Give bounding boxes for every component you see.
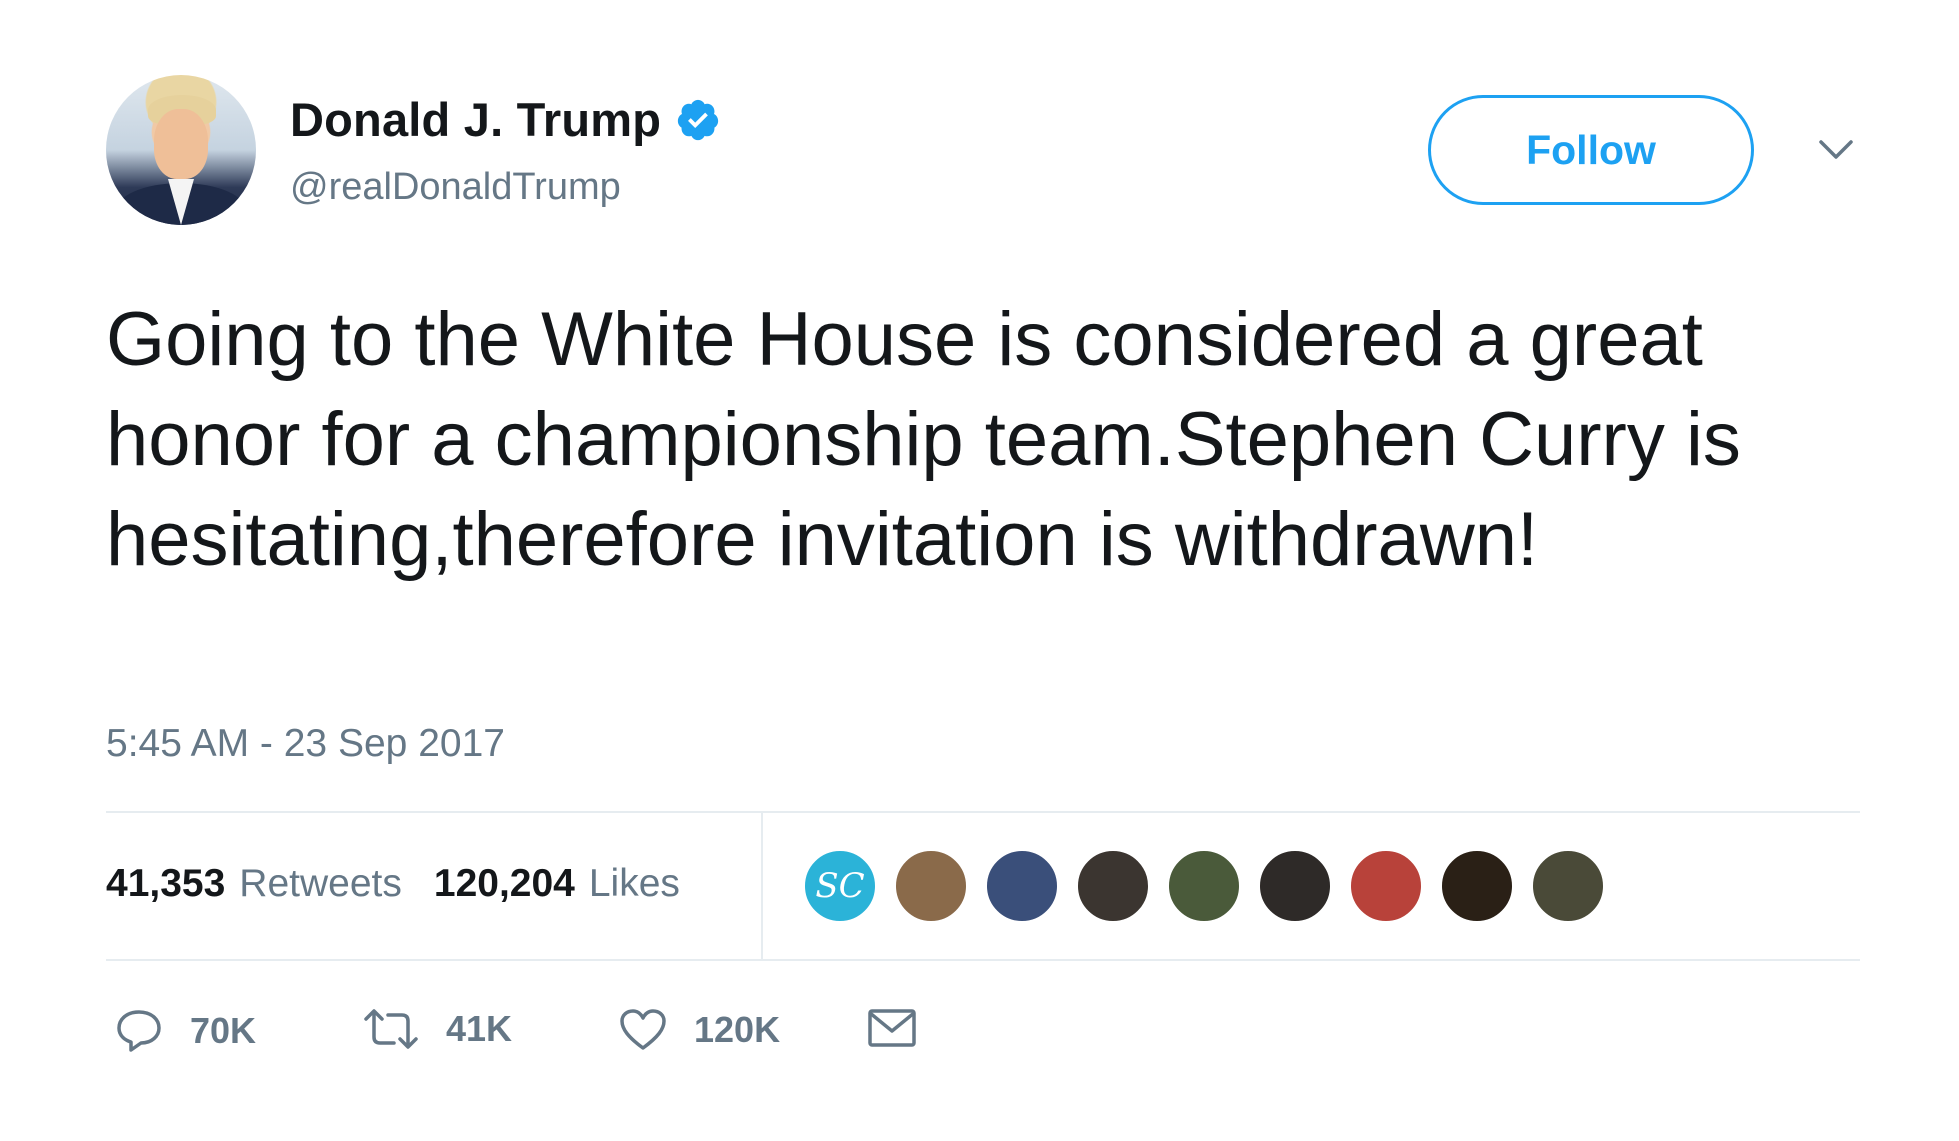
reply-icon xyxy=(117,1010,161,1052)
liker-avatar[interactable] xyxy=(1076,849,1150,923)
liker-avatar[interactable]: SC xyxy=(803,849,877,923)
retweet-count: 41K xyxy=(446,1008,513,1049)
divider xyxy=(106,959,1860,961)
liker-avatar[interactable] xyxy=(894,849,968,923)
retweet-button[interactable]: 41K xyxy=(362,1007,512,1051)
message-button[interactable] xyxy=(866,1007,918,1049)
liker-avatar[interactable] xyxy=(1258,849,1332,923)
follow-button[interactable]: Follow xyxy=(1428,95,1754,205)
author-handle[interactable]: @realDonaldTrump xyxy=(290,166,621,209)
liker-avatar[interactable] xyxy=(985,849,1059,923)
retweets-count[interactable]: 41,353 xyxy=(106,862,225,906)
author-name-row: Donald J. Trump xyxy=(290,92,721,147)
liker-avatar[interactable] xyxy=(1349,849,1423,923)
liker-avatars: SC xyxy=(803,849,1622,923)
tweet-text: Going to the White House is considered a… xyxy=(106,297,1741,582)
reply-count: 70K xyxy=(190,1010,257,1051)
liker-initials: SC xyxy=(815,866,865,906)
tweet-card: Donald J. Trump @realDonaldTrump Follow … xyxy=(0,0,1959,1141)
verified-badge-icon xyxy=(678,99,719,140)
author-avatar[interactable] xyxy=(106,75,256,225)
heart-icon xyxy=(620,1009,666,1050)
retweet-icon xyxy=(364,1009,418,1049)
retweets-label[interactable]: Retweets xyxy=(239,862,402,906)
envelope-icon xyxy=(868,1009,916,1047)
chevron-down-icon[interactable] xyxy=(1818,138,1854,162)
likes-label[interactable]: Likes xyxy=(589,862,680,906)
liker-avatar[interactable] xyxy=(1167,849,1241,923)
reply-button[interactable]: 70K xyxy=(114,1007,256,1055)
divider xyxy=(106,811,1860,813)
liker-avatar[interactable] xyxy=(1440,849,1514,923)
liker-avatar[interactable] xyxy=(1531,849,1605,923)
likes-count[interactable]: 120,204 xyxy=(434,862,575,906)
tweet-timestamp[interactable]: 5:45 AM - 23 Sep 2017 xyxy=(106,722,505,766)
like-count: 120K xyxy=(694,1009,781,1050)
tweet-stats: 41,353 Retweets 120,204 Likes xyxy=(106,862,680,906)
divider xyxy=(761,813,763,959)
author-display-name[interactable]: Donald J. Trump xyxy=(290,92,661,147)
like-button[interactable]: 120K xyxy=(618,1007,780,1053)
